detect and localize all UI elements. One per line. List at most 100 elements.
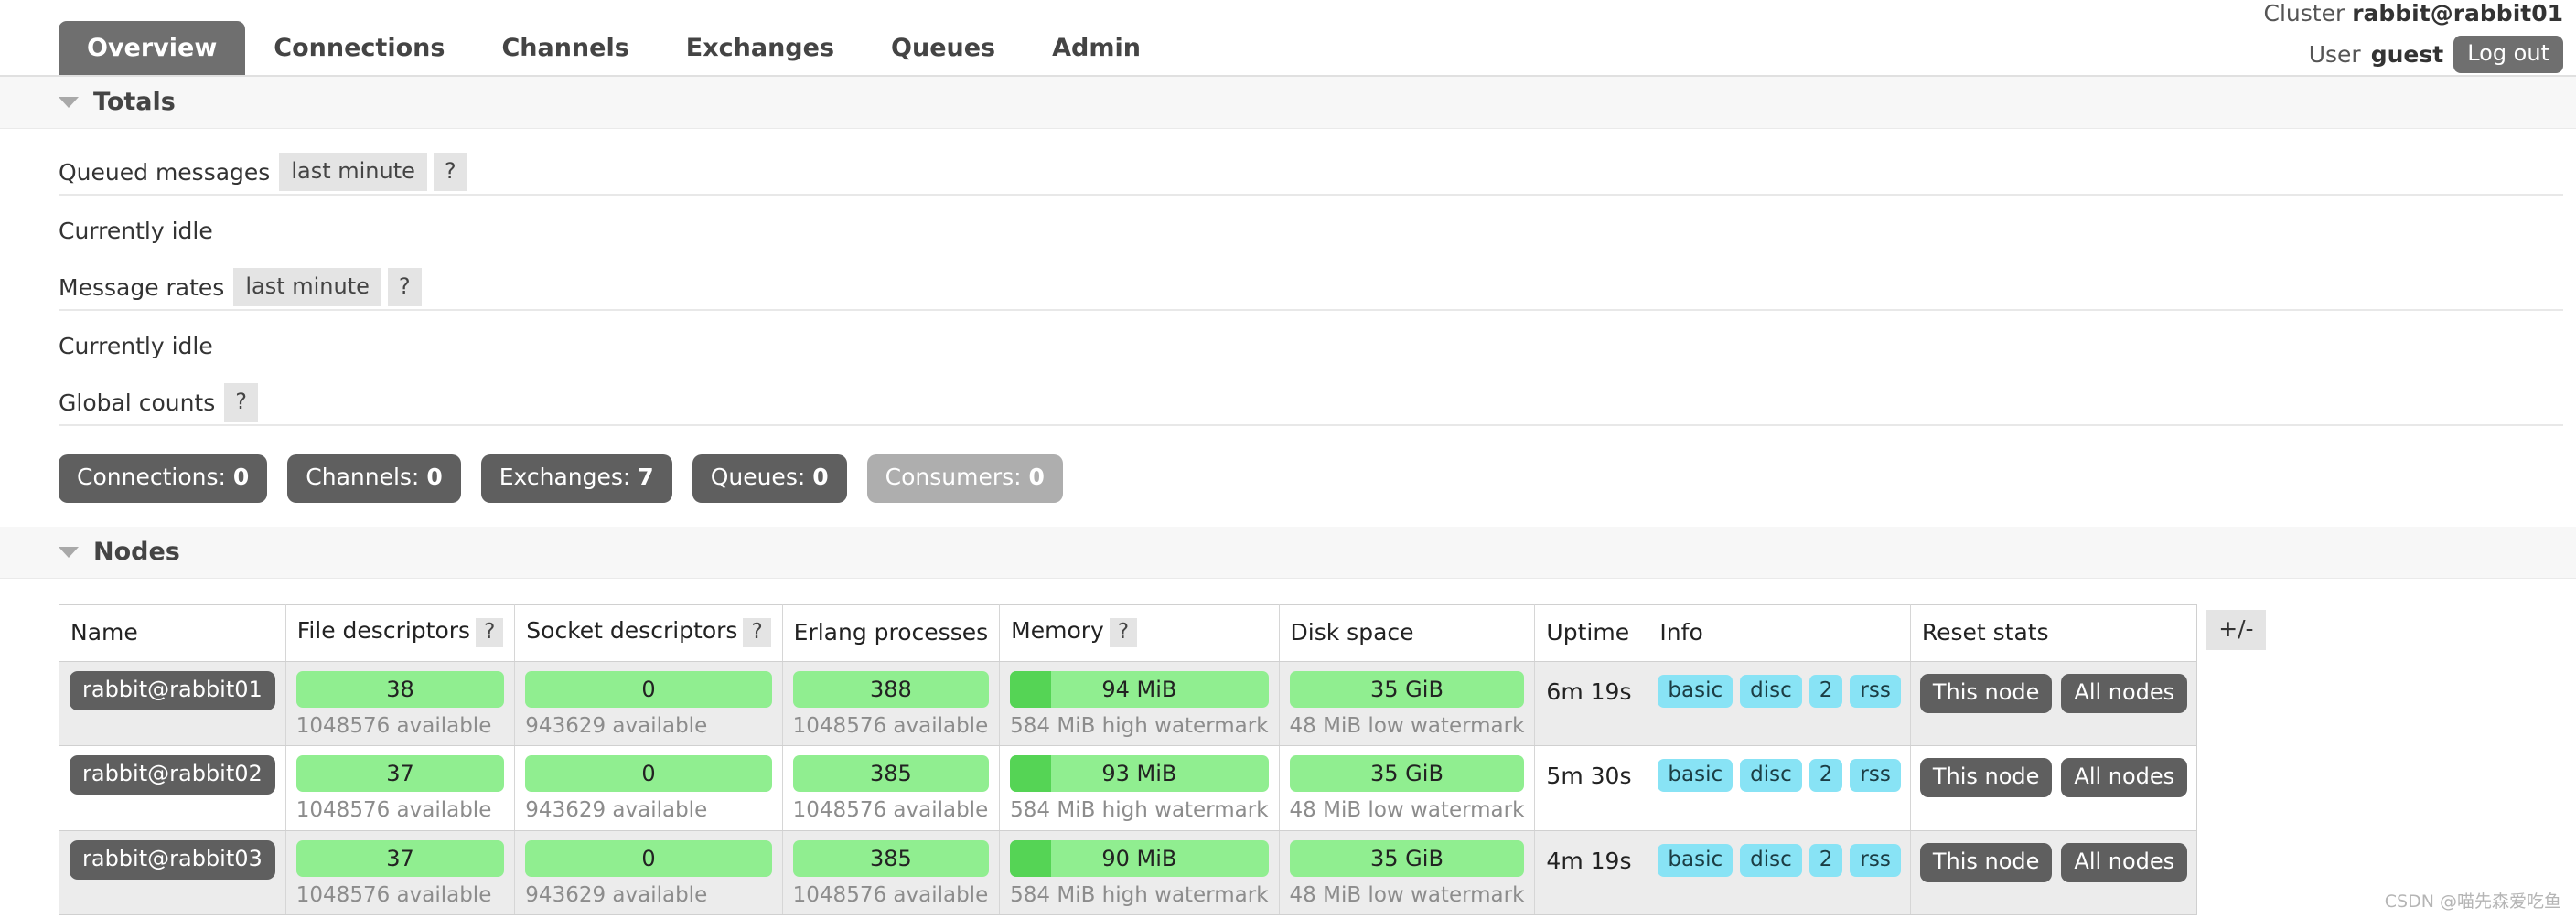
- memory-value: 90 MiB: [1101, 845, 1177, 871]
- totals-body: Queued messages last minute ? Currently …: [0, 153, 2576, 506]
- chevron-down-icon[interactable]: [59, 97, 79, 109]
- memory-help-icon[interactable]: ?: [1109, 617, 1138, 647]
- file-descriptors-bar: 37: [295, 839, 505, 877]
- node-name-pill[interactable]: rabbit@rabbit02: [70, 755, 275, 795]
- file-descriptors-bar: 37: [295, 755, 505, 793]
- col-socket-descriptors[interactable]: Socket descriptors?: [514, 604, 783, 662]
- cell-node-name: rabbit@rabbit03: [59, 830, 286, 915]
- cluster-label: Cluster: [2263, 0, 2345, 27]
- count-connections[interactable]: Connections: 0: [59, 454, 268, 503]
- info-tag-cpus[interactable]: 2: [1809, 759, 1843, 793]
- tab-admin[interactable]: Admin: [1024, 21, 1169, 75]
- reset-all-nodes-button[interactable]: All nodes: [2061, 673, 2188, 714]
- rates-help-icon[interactable]: ?: [387, 268, 422, 307]
- tab-connections[interactable]: Connections: [245, 21, 473, 75]
- nodes-section-header[interactable]: Nodes: [0, 526, 2576, 579]
- cell-node-name: rabbit@rabbit02: [59, 745, 286, 831]
- reset-all-nodes-button[interactable]: All nodes: [2061, 842, 2188, 882]
- node-name-pill[interactable]: rabbit@rabbit01: [70, 670, 275, 711]
- cell-info: basic disc 2 rss: [1648, 661, 1911, 747]
- global-counts-help-icon[interactable]: ?: [224, 383, 259, 422]
- col-disk-space[interactable]: Disk space: [1279, 604, 1536, 662]
- reset-this-node-button[interactable]: This node: [1919, 673, 2053, 714]
- cell-disk-space: 35 GiB 48 MiB low watermark: [1279, 830, 1536, 915]
- tab-exchanges[interactable]: Exchanges: [658, 21, 863, 75]
- erlang-processes-bar: 385: [792, 839, 990, 877]
- nodes-table: Name File descriptors? Socket descriptor…: [59, 603, 2198, 915]
- info-tag-rss[interactable]: rss: [1850, 759, 1901, 793]
- count-queues[interactable]: Queues: 0: [692, 454, 847, 503]
- node-name-pill[interactable]: rabbit@rabbit03: [70, 839, 275, 880]
- cell-reset-stats: This node All nodes: [1910, 745, 2197, 831]
- toggle-columns-button[interactable]: +/-: [2206, 609, 2266, 651]
- queued-help-icon[interactable]: ?: [433, 153, 467, 192]
- file-descriptors-sub: 1048576 available: [295, 798, 492, 823]
- totals-title: Totals: [93, 88, 176, 116]
- tab-queues[interactable]: Queues: [863, 21, 1024, 75]
- totals-section-header[interactable]: Totals: [0, 77, 2576, 130]
- col-memory[interactable]: Memory?: [999, 604, 1280, 662]
- file-descriptors-value: 38: [386, 676, 414, 702]
- col-file-descriptors[interactable]: File descriptors?: [285, 604, 516, 662]
- erlang-processes-value: 388: [869, 676, 912, 702]
- socket-descriptors-value: 0: [641, 845, 656, 871]
- count-exchanges[interactable]: Exchanges: 7: [480, 454, 672, 503]
- col-info[interactable]: Info: [1648, 604, 1911, 662]
- socket-descriptors-help-icon[interactable]: ?: [743, 617, 771, 647]
- table-row: rabbit@rabbit01 38 1048576 available 0 9…: [59, 661, 2197, 747]
- queued-period-chip[interactable]: last minute: [279, 153, 427, 192]
- info-tag-cpus[interactable]: 2: [1809, 843, 1843, 877]
- disk-space-value: 35 GiB: [1370, 676, 1444, 702]
- table-row: rabbit@rabbit03 37 1048576 available 0 9…: [59, 830, 2197, 915]
- cell-file-descriptors: 37 1048576 available: [285, 745, 516, 831]
- col-info-label: Info: [1659, 618, 1703, 646]
- nodes-title: Nodes: [93, 537, 180, 566]
- rates-period-chip[interactable]: last minute: [233, 268, 381, 307]
- count-consumers[interactable]: Consumers: 0: [866, 454, 1063, 503]
- reset-all-nodes-button[interactable]: All nodes: [2061, 758, 2188, 798]
- cell-memory: 90 MiB 584 MiB high watermark: [999, 830, 1280, 915]
- user-label: User: [2308, 41, 2361, 69]
- socket-descriptors-value: 0: [641, 676, 656, 702]
- count-queues-value: 0: [812, 464, 829, 491]
- nodes-table-body: rabbit@rabbit01 38 1048576 available 0 9…: [59, 661, 2197, 915]
- message-rates-label: Message rates: [59, 274, 225, 302]
- col-name[interactable]: Name: [59, 604, 286, 662]
- logout-button[interactable]: Log out: [2453, 36, 2563, 74]
- count-queues-label: Queues:: [710, 464, 806, 491]
- info-tag-rss[interactable]: rss: [1850, 843, 1901, 877]
- col-memory-label: Memory: [1011, 616, 1104, 644]
- file-descriptors-bar: 38: [295, 670, 505, 708]
- uptime-value: 4m 19s: [1546, 847, 1632, 874]
- message-rates-header: Message rates last minute ?: [59, 268, 2563, 312]
- info-tag-basic[interactable]: basic: [1658, 674, 1733, 709]
- info-tag-disc[interactable]: disc: [1740, 674, 1802, 709]
- col-uptime[interactable]: Uptime: [1534, 604, 1649, 662]
- col-erlang-processes[interactable]: Erlang processes: [782, 604, 1001, 662]
- socket-descriptors-sub: 943629 available: [525, 713, 708, 738]
- info-tag-cpus[interactable]: 2: [1809, 674, 1843, 709]
- info-tag-rss[interactable]: rss: [1850, 674, 1901, 709]
- info-tag-basic[interactable]: basic: [1658, 759, 1733, 793]
- file-descriptors-help-icon[interactable]: ?: [476, 617, 504, 647]
- erlang-processes-bar: 388: [792, 670, 990, 708]
- reset-this-node-button[interactable]: This node: [1919, 842, 2053, 882]
- cell-erlang-processes: 388 1048576 available: [782, 661, 1001, 747]
- info-tag-disc[interactable]: disc: [1740, 843, 1802, 877]
- reset-this-node-button[interactable]: This node: [1919, 758, 2053, 798]
- cluster-user-block: Cluster rabbit@rabbit01 User guest Log o…: [2263, 0, 2563, 74]
- tab-channels[interactable]: Channels: [473, 21, 657, 75]
- disk-space-bar: 35 GiB: [1289, 839, 1525, 877]
- info-tag-basic[interactable]: basic: [1658, 843, 1733, 877]
- file-descriptors-sub: 1048576 available: [295, 882, 492, 907]
- info-tag-disc[interactable]: disc: [1740, 759, 1802, 793]
- col-reset-stats[interactable]: Reset stats: [1910, 604, 2197, 662]
- count-channels[interactable]: Channels: 0: [287, 454, 461, 503]
- cell-erlang-processes: 385 1048576 available: [782, 830, 1001, 915]
- count-consumers-label: Consumers:: [885, 464, 1022, 491]
- col-uptime-label: Uptime: [1546, 618, 1630, 646]
- cell-socket-descriptors: 0 943629 available: [514, 661, 783, 747]
- tab-overview[interactable]: Overview: [59, 21, 246, 75]
- chevron-down-icon[interactable]: [59, 546, 79, 558]
- global-counts-buttons: Connections: 0 Channels: 0 Exchanges: 7 …: [59, 454, 2563, 506]
